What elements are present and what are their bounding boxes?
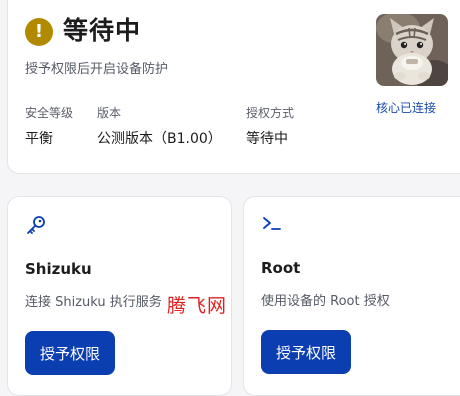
key-icon	[25, 214, 47, 240]
security-level-label: 安全等级	[25, 106, 74, 120]
root-grant-button[interactable]: 授予权限	[261, 330, 352, 374]
watermark-text: 腾飞网	[167, 295, 228, 317]
terminal-icon	[261, 214, 283, 238]
shizuku-title: Shizuku	[25, 260, 92, 278]
root-title: Root	[261, 259, 301, 277]
shizuku-grant-button[interactable]: 授予权限	[25, 331, 116, 375]
auth-method-value: 等待中	[246, 131, 288, 147]
core-connected-status: 核心已连接	[376, 101, 437, 115]
security-level-value: 平衡	[25, 131, 53, 147]
status-title: 等待中	[63, 16, 142, 45]
cat-avatar-image	[376, 14, 448, 86]
auth-method-label: 授权方式	[246, 106, 295, 120]
version-value: 公测版本（B1.00）	[97, 131, 222, 147]
version-label: 版本	[97, 106, 122, 120]
shizuku-description: 连接 Shizuku 执行服务	[25, 295, 162, 310]
root-description: 使用设备的 Root 授权	[261, 294, 390, 309]
exclamation-icon: !	[25, 18, 53, 46]
status-description: 授予权限后开启设备防护	[25, 62, 169, 77]
